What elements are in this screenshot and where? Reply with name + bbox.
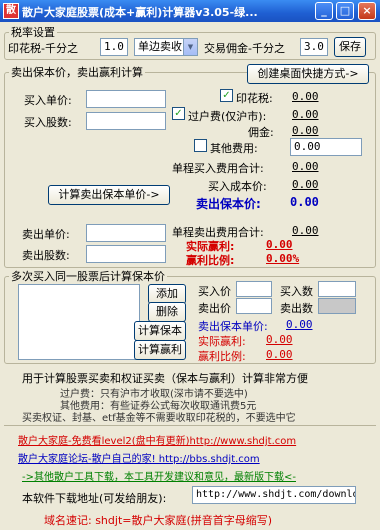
sell-price-input[interactable] — [86, 224, 166, 242]
stamp-tax-checkbox[interactable]: ✓ — [220, 89, 233, 102]
multi-buy-legend: 多次买入同一股票后计算保本价 — [11, 270, 165, 283]
multi-buy-price-label: 买入价 — [198, 285, 231, 298]
multi-sell-qty-label: 卖出数 — [280, 302, 313, 315]
multi-buy-list[interactable] — [18, 284, 140, 360]
commission-rate-input[interactable]: 3.0 — [300, 38, 328, 56]
link-level2[interactable]: 散户大家庭-免费看level2(盘中有更新)http://www.shdjt.c… — [18, 432, 296, 447]
transfer-fee-label: 过户费(仅沪市): — [188, 110, 267, 123]
commission-label: 佣金: — [248, 126, 274, 139]
transfer-fee-value: 0.00 — [292, 108, 319, 121]
minimize-button[interactable]: _ — [315, 2, 333, 20]
multi-actual-profit-value: 0.00 — [266, 333, 293, 346]
multi-buy-qty-label: 买入数 — [280, 285, 313, 298]
buy-cost-value: 0.00 — [292, 178, 319, 191]
sell-qty-input[interactable] — [86, 245, 166, 263]
divider — [4, 425, 376, 426]
notes-line-3: 买卖权证、封基、etf基金等不需要收取印花税的，不要选中它 — [22, 413, 296, 424]
other-fee-checkbox[interactable] — [194, 139, 207, 152]
domain-note: 域名速记: shdjt=散户大家庭(拼音首字母缩写) — [44, 514, 273, 527]
multi-actual-profit-label: 实际赢利: — [198, 335, 246, 348]
breakeven-label: 卖出保本价: — [196, 197, 261, 211]
multi-profit-ratio-value: 0.00 — [266, 348, 293, 361]
buy-qty-label: 买入股数: — [24, 116, 72, 129]
link-forum[interactable]: 散户大家庭论坛-散户自己的家! http://bbs.shdjt.com — [18, 450, 260, 465]
single-buy-total-value: 0.00 — [292, 160, 319, 173]
stamp-tax-rate-label: 印花税-千分之 — [8, 42, 78, 55]
profit-ratio-value: 0.00% — [266, 252, 300, 265]
buy-cost-label: 买入成本价: — [208, 180, 267, 193]
transfer-fee-checkbox[interactable]: ✓ — [172, 107, 185, 120]
multi-breakeven-value: 0.00 — [286, 318, 313, 331]
app-icon: 散 — [3, 3, 19, 19]
single-sell-total-value: 0.00 — [292, 224, 319, 237]
actual-profit-value: 0.00 — [266, 238, 293, 251]
side-select-value: 单边卖收 — [138, 40, 182, 53]
side-select[interactable]: 单边卖收 ▼ — [134, 38, 198, 56]
single-buy-total-label: 单程买入费用合计: — [172, 162, 264, 175]
multi-calc-breakeven-button[interactable]: 计算保本 — [134, 321, 186, 341]
create-shortcut-button[interactable]: 创建桌面快捷方式-> — [247, 64, 369, 84]
stamp-tax-rate-input[interactable]: 1.0 — [100, 38, 128, 56]
commission-value: 0.00 — [292, 124, 319, 137]
download-url-input[interactable]: http://www.shdjt.com/downlo — [192, 486, 356, 504]
sell-price-label: 卖出单价: — [22, 228, 70, 241]
multi-calc-profit-button[interactable]: 计算赢利 — [134, 340, 186, 360]
close-button[interactable]: × — [358, 2, 376, 20]
calc-breakeven-button[interactable]: 计算卖出保本单价-> — [48, 185, 170, 205]
link-other-tools[interactable]: ->其他散户工具下载，本工具开发建议和意见，最新版下载<- — [22, 468, 296, 483]
window-title: 散户大家庭股票(成本+赢利)计算器v3.05-绿... — [22, 6, 258, 19]
sell-qty-label: 卖出股数: — [22, 249, 70, 262]
buy-price-input[interactable] — [86, 90, 166, 108]
calc-legend: 卖出保本价，卖出赢利计算 — [11, 66, 143, 79]
maximize-button[interactable]: □ — [336, 2, 354, 20]
multi-sell-qty-input — [318, 298, 356, 314]
tax-settings-legend: 税率设置 — [11, 26, 55, 39]
add-button[interactable]: 添加 — [148, 284, 186, 304]
multi-buy-qty-input[interactable] — [318, 281, 356, 297]
buy-qty-input[interactable] — [86, 112, 166, 130]
breakeven-value: 0.00 — [290, 195, 319, 209]
stamp-tax-label: 印花税: — [236, 92, 273, 105]
buy-price-label: 买入单价: — [24, 94, 72, 107]
multi-profit-ratio-label: 赢利比例: — [198, 350, 246, 363]
other-fee-input[interactable]: 0.00 — [290, 138, 362, 156]
delete-button[interactable]: 删除 — [148, 302, 186, 322]
multi-sell-price-label: 卖出价 — [198, 302, 231, 315]
download-label: 本软件下载地址(可发给朋友): — [22, 492, 167, 505]
stamp-tax-value: 0.00 — [292, 90, 319, 103]
notes-heading: 用于计算股票买卖和权证买卖（保本与赢利）计算非常方便 — [22, 372, 308, 385]
other-fee-label: 其他费用: — [210, 142, 258, 155]
commission-rate-label: 交易佣金-千分之 — [204, 42, 285, 55]
chevron-down-icon: ▼ — [183, 39, 197, 55]
multi-sell-price-input[interactable] — [236, 298, 272, 314]
multi-breakeven-label: 卖出保本单价: — [198, 320, 268, 333]
save-button[interactable]: 保存 — [334, 37, 366, 57]
profit-ratio-label: 赢利比例: — [186, 254, 235, 267]
title-bar: 散 散户大家庭股票(成本+赢利)计算器v3.05-绿... _ □ × — [0, 0, 380, 22]
multi-buy-price-input[interactable] — [236, 281, 272, 297]
